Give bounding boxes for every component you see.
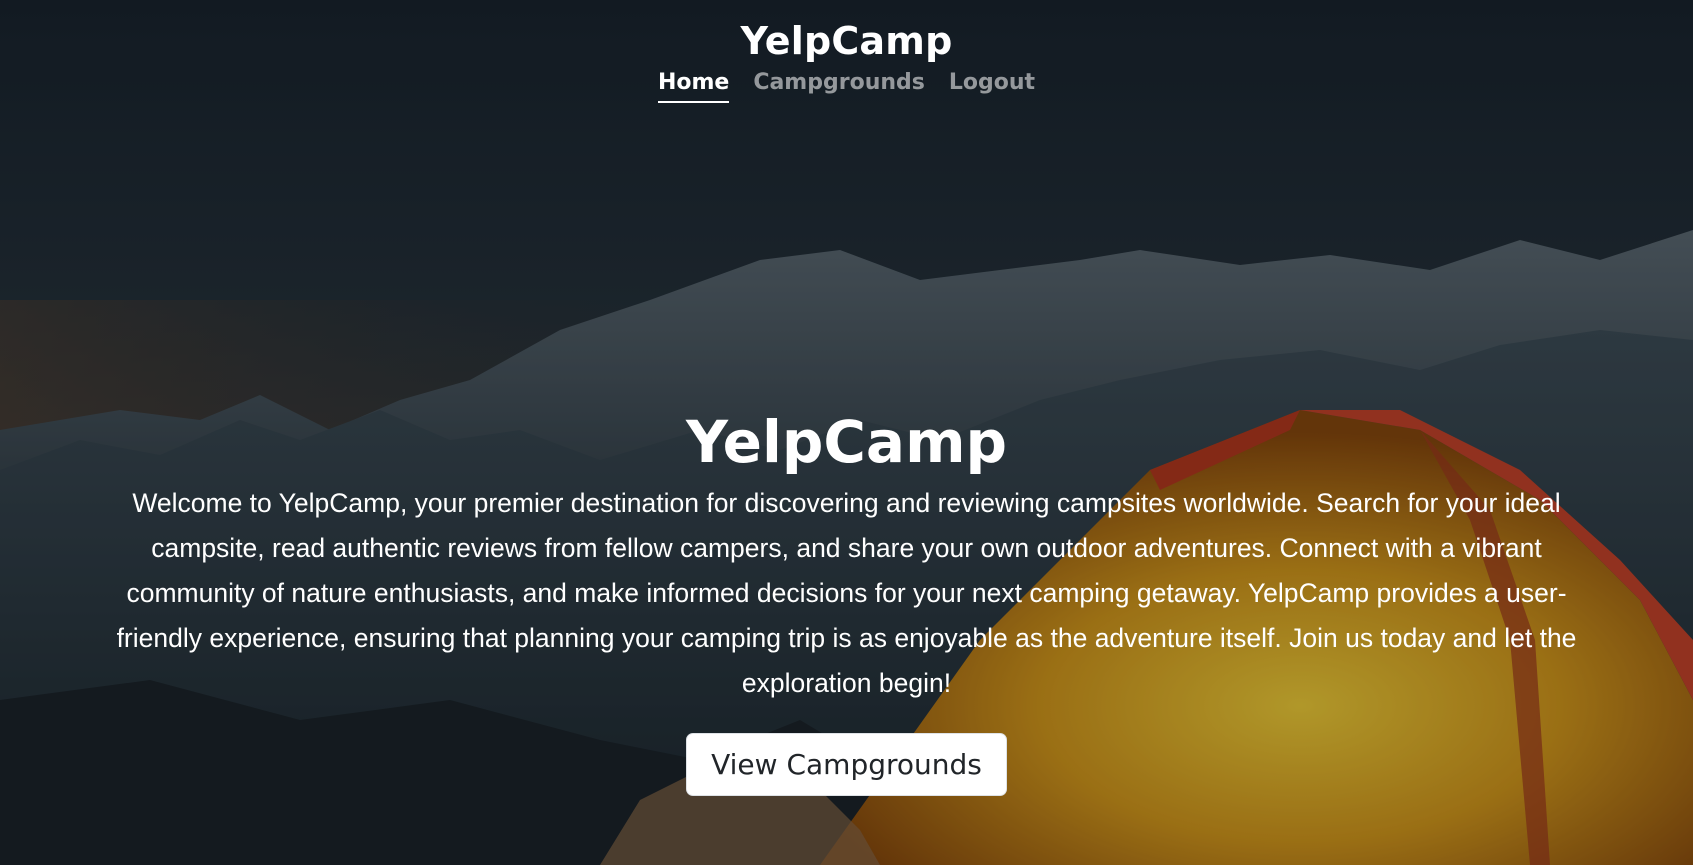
nav-link-campgrounds[interactable]: Campgrounds <box>753 70 925 103</box>
page: YelpCamp Home Campgrounds Logout YelpCam… <box>0 0 1693 865</box>
hero-description: Welcome to YelpCamp, your premier destin… <box>116 488 1577 698</box>
site-header: YelpCamp Home Campgrounds Logout <box>0 0 1693 103</box>
hero-section: YelpCamp Welcome to YelpCamp, your premi… <box>100 405 1593 796</box>
main-nav: Home Campgrounds Logout <box>0 70 1693 103</box>
nav-link-home[interactable]: Home <box>657 70 730 103</box>
brand-title: YelpCamp <box>740 19 953 63</box>
nav-link-logout[interactable]: Logout <box>949 70 1035 103</box>
view-campgrounds-button[interactable]: View Campgrounds <box>686 733 1007 796</box>
hero-title: YelpCamp <box>685 408 1008 476</box>
